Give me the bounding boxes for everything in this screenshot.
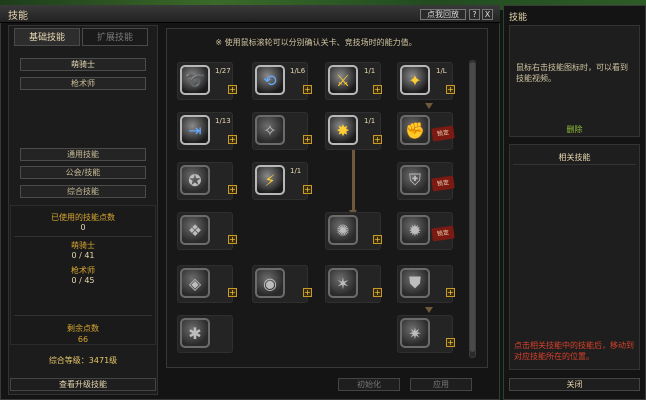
related-skills-panel [509,144,640,370]
plus-button[interactable]: + [373,288,382,297]
guild-skills-button[interactable]: 公会/技能 [20,166,146,179]
burst-icon[interactable]: ✸ [328,115,358,145]
plus-button[interactable]: + [373,235,382,244]
parry-icon[interactable]: ◈ [180,268,210,298]
plus-button[interactable]: + [228,85,237,94]
general-skills-button[interactable]: 综合技能 [20,185,146,198]
apply-button[interactable]: 应用 [410,378,472,391]
divider [513,164,636,165]
plus-button[interactable]: + [303,85,312,94]
plus-button[interactable]: + [446,338,455,347]
preview-button[interactable]: 点我回放 [420,9,466,20]
plus-button[interactable]: + [373,85,382,94]
common-skills-button[interactable]: 通用技能 [20,148,146,161]
divider [14,315,152,316]
close-icon[interactable]: X [482,9,493,20]
plus-button[interactable]: + [303,135,312,144]
plus-button[interactable]: + [446,85,455,94]
total-level: 综合等级：3471级 [48,356,118,365]
guard-icon[interactable]: ⛨ [400,165,430,195]
used-points-value: 0 [80,223,86,232]
reset-button[interactable]: 初始化 [338,378,400,391]
tab-extended-skills[interactable]: 扩展技能 [82,28,148,46]
info-title: 技能 [509,13,528,23]
skill-level: 1/13 [215,117,231,125]
whirl-icon[interactable]: ⟲ [255,65,285,95]
video-hint: 鼠标右击技能图标时，可以看到技能视频。 [516,63,628,83]
plus-button[interactable]: + [228,288,237,297]
close-button[interactable]: 关闭 [509,378,640,391]
scrollbar-thumb[interactable] [470,62,475,352]
spin-icon[interactable]: ✪ [180,165,210,195]
used-points-label: 已使用的技能点数 [51,213,115,222]
plus-button[interactable]: + [303,288,312,297]
plus-button[interactable]: + [446,288,455,297]
delete-link[interactable]: 删除 [509,124,640,135]
remaining-points-value: 66 [77,335,89,344]
skill-level: 1/1 [364,117,376,125]
divider [14,236,152,237]
skill-level: 1/L6 [290,67,306,75]
remaining-points-label: 剩余点数 [67,324,99,333]
kick-icon[interactable]: ❖ [180,215,210,245]
related-skills-note: 点击相关技能中的技能后，移动到对应技能所在的位置。 [514,341,634,361]
combo-icon[interactable]: ✺ [328,215,358,245]
help-button[interactable]: ? [469,9,480,20]
fist-icon[interactable]: ✊ [400,115,430,145]
class-sub[interactable]: 枪术师 [20,77,146,90]
strike-icon[interactable]: ✦ [400,65,430,95]
charge-icon[interactable]: ✹ [400,215,430,245]
plus-button[interactable]: + [228,135,237,144]
class-name[interactable]: 萌骑士 [20,58,146,71]
view-upgrade-skills-button[interactable]: 查看升级技能 [10,378,156,391]
related-skills-title: 相关技能 [558,153,591,162]
skill-level: 1/1 [364,67,376,75]
skill-level: 1/27 [215,67,231,75]
skill-level: 1/L [436,67,447,75]
plus-button[interactable]: + [373,135,382,144]
arrow-down-icon [425,307,433,313]
star-icon[interactable]: ✱ [180,318,210,348]
plus-button[interactable]: + [228,185,237,194]
dash-icon[interactable]: ⚡ [255,165,285,195]
slash-icon[interactable]: ⚔ [328,65,358,95]
arrow-down-icon [425,103,433,109]
ultimate-icon[interactable]: ✷ [400,318,430,348]
skill-level: 1/1 [290,167,302,175]
tab-basic-skills[interactable]: 基础技能 [14,28,80,46]
class1-points-value: 0 / 41 [71,251,95,260]
thrust-icon[interactable]: ⇥ [180,115,210,145]
rush-icon[interactable]: ◉ [255,268,285,298]
pierce-icon[interactable]: ✧ [255,115,285,145]
class2-points-label: 枪术师 [71,266,95,275]
class1-points-label: 萌骑士 [71,241,95,250]
blade-icon[interactable]: ➰ [180,65,210,95]
notice-text: ※ 使用鼠标滚轮可以分别确认关卡、竞技场时的能力值。 [215,38,417,47]
plus-button[interactable]: + [228,235,237,244]
shield-icon[interactable]: ⛊ [400,268,430,298]
aura-icon[interactable]: ✶ [328,268,358,298]
class2-points-value: 0 / 45 [71,276,95,285]
plus-button[interactable]: + [303,185,312,194]
tree-line [352,150,355,210]
window-title: 技能 [8,11,28,22]
